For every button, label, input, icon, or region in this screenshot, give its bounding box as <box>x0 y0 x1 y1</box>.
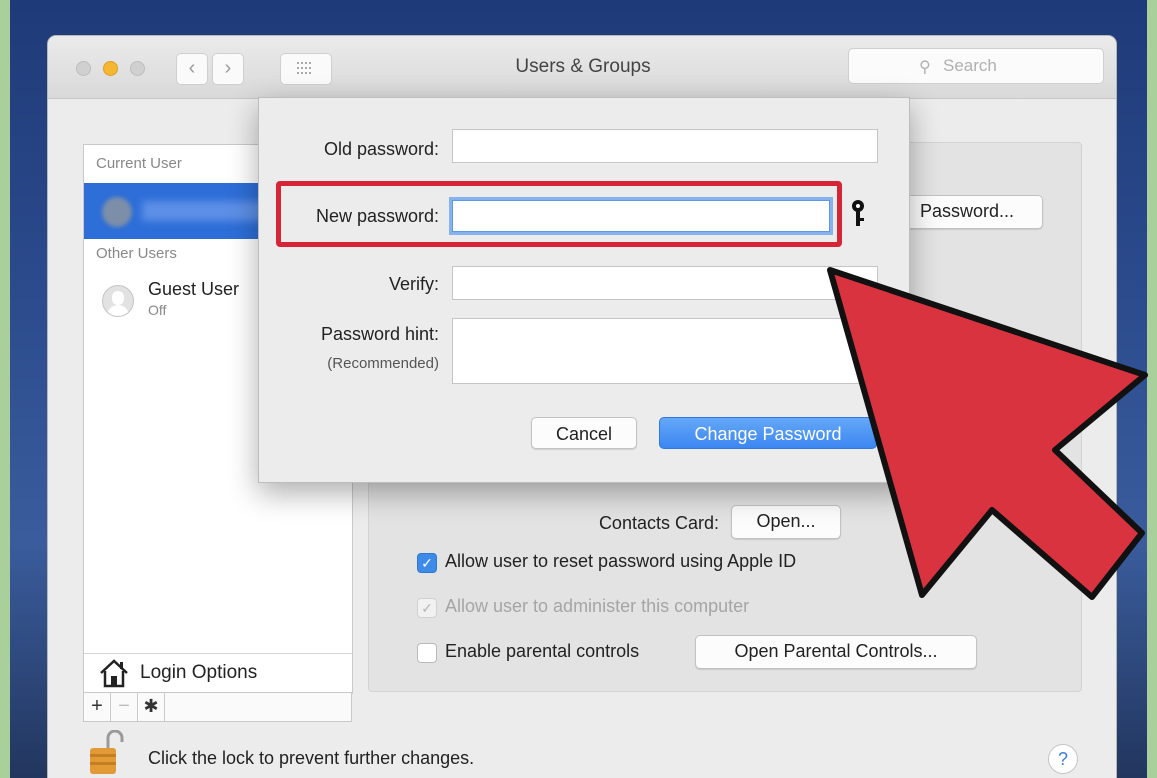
old-password-field[interactable] <box>452 129 878 163</box>
allow-reset-label: Allow user to reset password using Apple… <box>445 551 797 571</box>
toolbar-spacer <box>164 692 352 722</box>
status-bar: Click the lock to prevent further change… <box>48 724 1116 778</box>
change-password-confirm-button[interactable]: Change Password <box>659 417 877 449</box>
guest-user-name[interactable]: Guest User <box>148 279 239 300</box>
login-options-row[interactable]: Login Options <box>84 653 352 694</box>
action-gear-button[interactable]: ✱ <box>137 692 165 722</box>
new-password-label: New password: <box>315 206 439 226</box>
new-password-field[interactable] <box>449 197 833 235</box>
house-icon <box>100 659 128 688</box>
password-hint-label: Password hint: <box>320 324 439 344</box>
forward-button[interactable]: › <box>212 53 244 85</box>
avatar <box>102 197 132 227</box>
password-hint-sublabel: (Recommended) <box>327 355 439 372</box>
change-password-sheet: Old password: New password: Verify: Pass… <box>258 97 910 483</box>
allow-admin-checkbox: ✓ <box>417 598 437 618</box>
key-icon[interactable] <box>847 198 869 230</box>
allow-reset-checkbox[interactable]: ✓ <box>417 553 437 573</box>
other-users-header: Other Users <box>96 245 177 262</box>
login-options-label: Login Options <box>140 662 258 683</box>
gear-icon: ✱ <box>143 696 159 716</box>
verify-field[interactable] <box>452 266 878 300</box>
show-all-button[interactable] <box>280 53 332 85</box>
change-password-button[interactable]: Password... <box>891 195 1043 229</box>
open-contacts-button[interactable]: Open... <box>731 505 841 539</box>
parental-controls-label: Enable parental controls <box>445 641 640 661</box>
grid-icon <box>297 62 311 74</box>
old-password-label: Old password: <box>323 139 439 159</box>
guest-user-status: Off <box>148 302 167 318</box>
zoom-button[interactable] <box>130 61 145 76</box>
cancel-button[interactable]: Cancel <box>531 417 637 449</box>
window-title: Users & Groups <box>515 56 651 77</box>
lock-status-text: Click the lock to prevent further change… <box>148 748 475 768</box>
parental-controls-checkbox[interactable] <box>417 643 437 663</box>
search-field[interactable]: ⚲ Search <box>848 48 1104 84</box>
password-hint-field[interactable] <box>452 318 878 384</box>
verify-label: Verify: <box>388 274 439 294</box>
title-bar: ‹ › Users & Groups ⚲ Search <box>48 36 1116 99</box>
close-button[interactable] <box>76 61 91 76</box>
current-user-header: Current User <box>96 155 182 172</box>
back-button[interactable]: ‹ <box>176 53 208 85</box>
guest-avatar <box>102 285 134 317</box>
help-button[interactable]: ? <box>1048 744 1078 774</box>
users-toolbar: + − ✱ <box>83 692 352 722</box>
search-icon: ⚲ <box>919 59 931 76</box>
contacts-card-label: Contacts Card: <box>598 513 719 533</box>
add-user-button[interactable]: + <box>83 692 111 722</box>
remove-user-button[interactable]: − <box>110 692 138 722</box>
minimize-button[interactable] <box>103 61 118 76</box>
lock-icon[interactable] <box>88 730 124 776</box>
allow-admin-label: Allow user to administer this computer <box>445 596 750 616</box>
search-placeholder: Search <box>943 56 997 75</box>
open-parental-controls-button[interactable]: Open Parental Controls... <box>695 635 977 669</box>
